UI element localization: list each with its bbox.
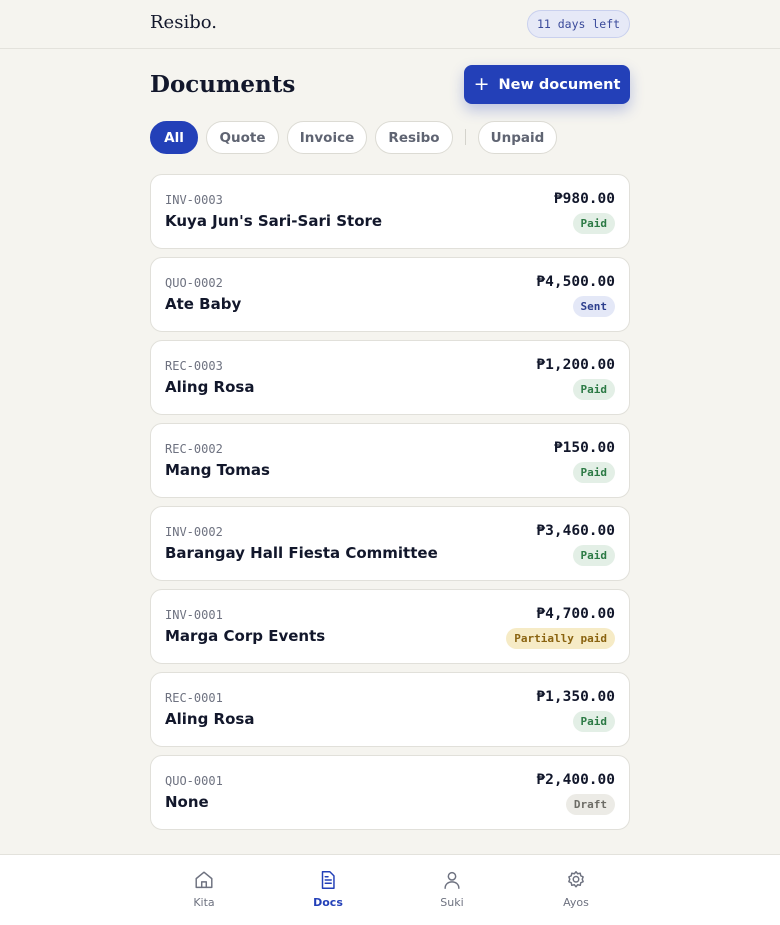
nav-item-suki[interactable]: Suki [417,869,487,915]
trial-days-badge[interactable]: 11 days left [527,10,630,38]
client-name: Mang Tomas [165,461,270,479]
home-icon [195,871,213,889]
client-name: Kuya Jun's Sari-Sari Store [165,212,383,230]
filter-chip-invoice[interactable]: Invoice [287,121,367,154]
client-name: Ate Baby [165,295,242,313]
document-number: QUO-0001 [165,774,223,788]
bottom-nav: Kita Docs Suki Ayos [0,854,780,925]
status-badge: Paid [572,462,615,483]
nav-item-kita[interactable]: Kita [169,869,239,915]
document-amount: ₱4,700.00 [536,606,615,622]
document-card[interactable]: REC-0003 Aling Rosa ₱1,200.00 Paid [150,340,630,415]
document-amount: ₱1,200.00 [536,357,615,373]
nav-item-docs[interactable]: Docs [293,869,363,915]
gear-icon [568,871,584,888]
person-icon [444,871,460,889]
document-card[interactable]: QUO-0001 None ₱2,400.00 Draft [150,755,630,830]
status-badge: Paid [572,213,615,234]
document-card[interactable]: INV-0003 Kuya Jun's Sari-Sari Store ₱980… [150,174,630,249]
document-card[interactable]: INV-0002 Barangay Hall Fiesta Committee … [150,506,630,581]
document-card[interactable]: INV-0001 Marga Corp Events ₱4,700.00 Par… [150,589,630,664]
brand-logo[interactable]: Resibo. [150,12,217,33]
status-badge: Paid [572,379,615,400]
document-number: QUO-0002 [165,276,223,290]
filter-chip-unpaid[interactable]: Unpaid [478,121,557,154]
plus-icon: + [473,73,490,95]
document-amount: ₱2,400.00 [536,772,615,788]
filter-chip-quote[interactable]: Quote [206,121,279,154]
document-card[interactable]: REC-0001 Aling Rosa ₱1,350.00 Paid [150,672,630,747]
document-icon [321,871,335,889]
new-document-button[interactable]: + New document [464,65,630,104]
document-number: REC-0002 [165,442,223,456]
client-name: Barangay Hall Fiesta Committee [165,544,438,562]
document-card[interactable]: REC-0002 Mang Tomas ₱150.00 Paid [150,423,630,498]
document-amount: ₱1,350.00 [536,689,615,705]
status-badge: Paid [572,545,615,566]
document-number: INV-0003 [165,193,223,207]
page-title: Documents [150,71,296,98]
document-amount: ₱4,500.00 [536,274,615,290]
nav-label-docs: Docs [313,896,343,909]
status-badge: Draft [565,794,615,815]
nav-label-kita: Kita [193,896,215,909]
client-name: None [165,793,209,811]
new-document-label: New document [498,76,621,93]
document-amount: ₱150.00 [553,440,615,456]
document-number: REC-0003 [165,359,223,373]
document-amount: ₱980.00 [553,191,615,207]
client-name: Aling Rosa [165,378,255,396]
filter-divider [465,129,466,145]
document-number: REC-0001 [165,691,223,705]
nav-label-ayos: Ayos [563,896,589,909]
status-badge: Sent [572,296,615,317]
filter-chip-resibo[interactable]: Resibo [375,121,453,154]
filter-chip-all[interactable]: All [150,121,198,154]
document-number: INV-0002 [165,525,223,539]
document-amount: ₱3,460.00 [536,523,615,539]
top-bar: Resibo. 11 days left [0,0,780,49]
nav-item-ayos[interactable]: Ayos [541,869,611,915]
status-badge: Paid [572,711,615,732]
status-badge: Partially paid [506,628,615,649]
nav-label-suki: Suki [440,896,464,909]
client-name: Marga Corp Events [165,627,326,645]
document-number: INV-0001 [165,608,223,622]
client-name: Aling Rosa [165,710,255,728]
document-card[interactable]: QUO-0002 Ate Baby ₱4,500.00 Sent [150,257,630,332]
